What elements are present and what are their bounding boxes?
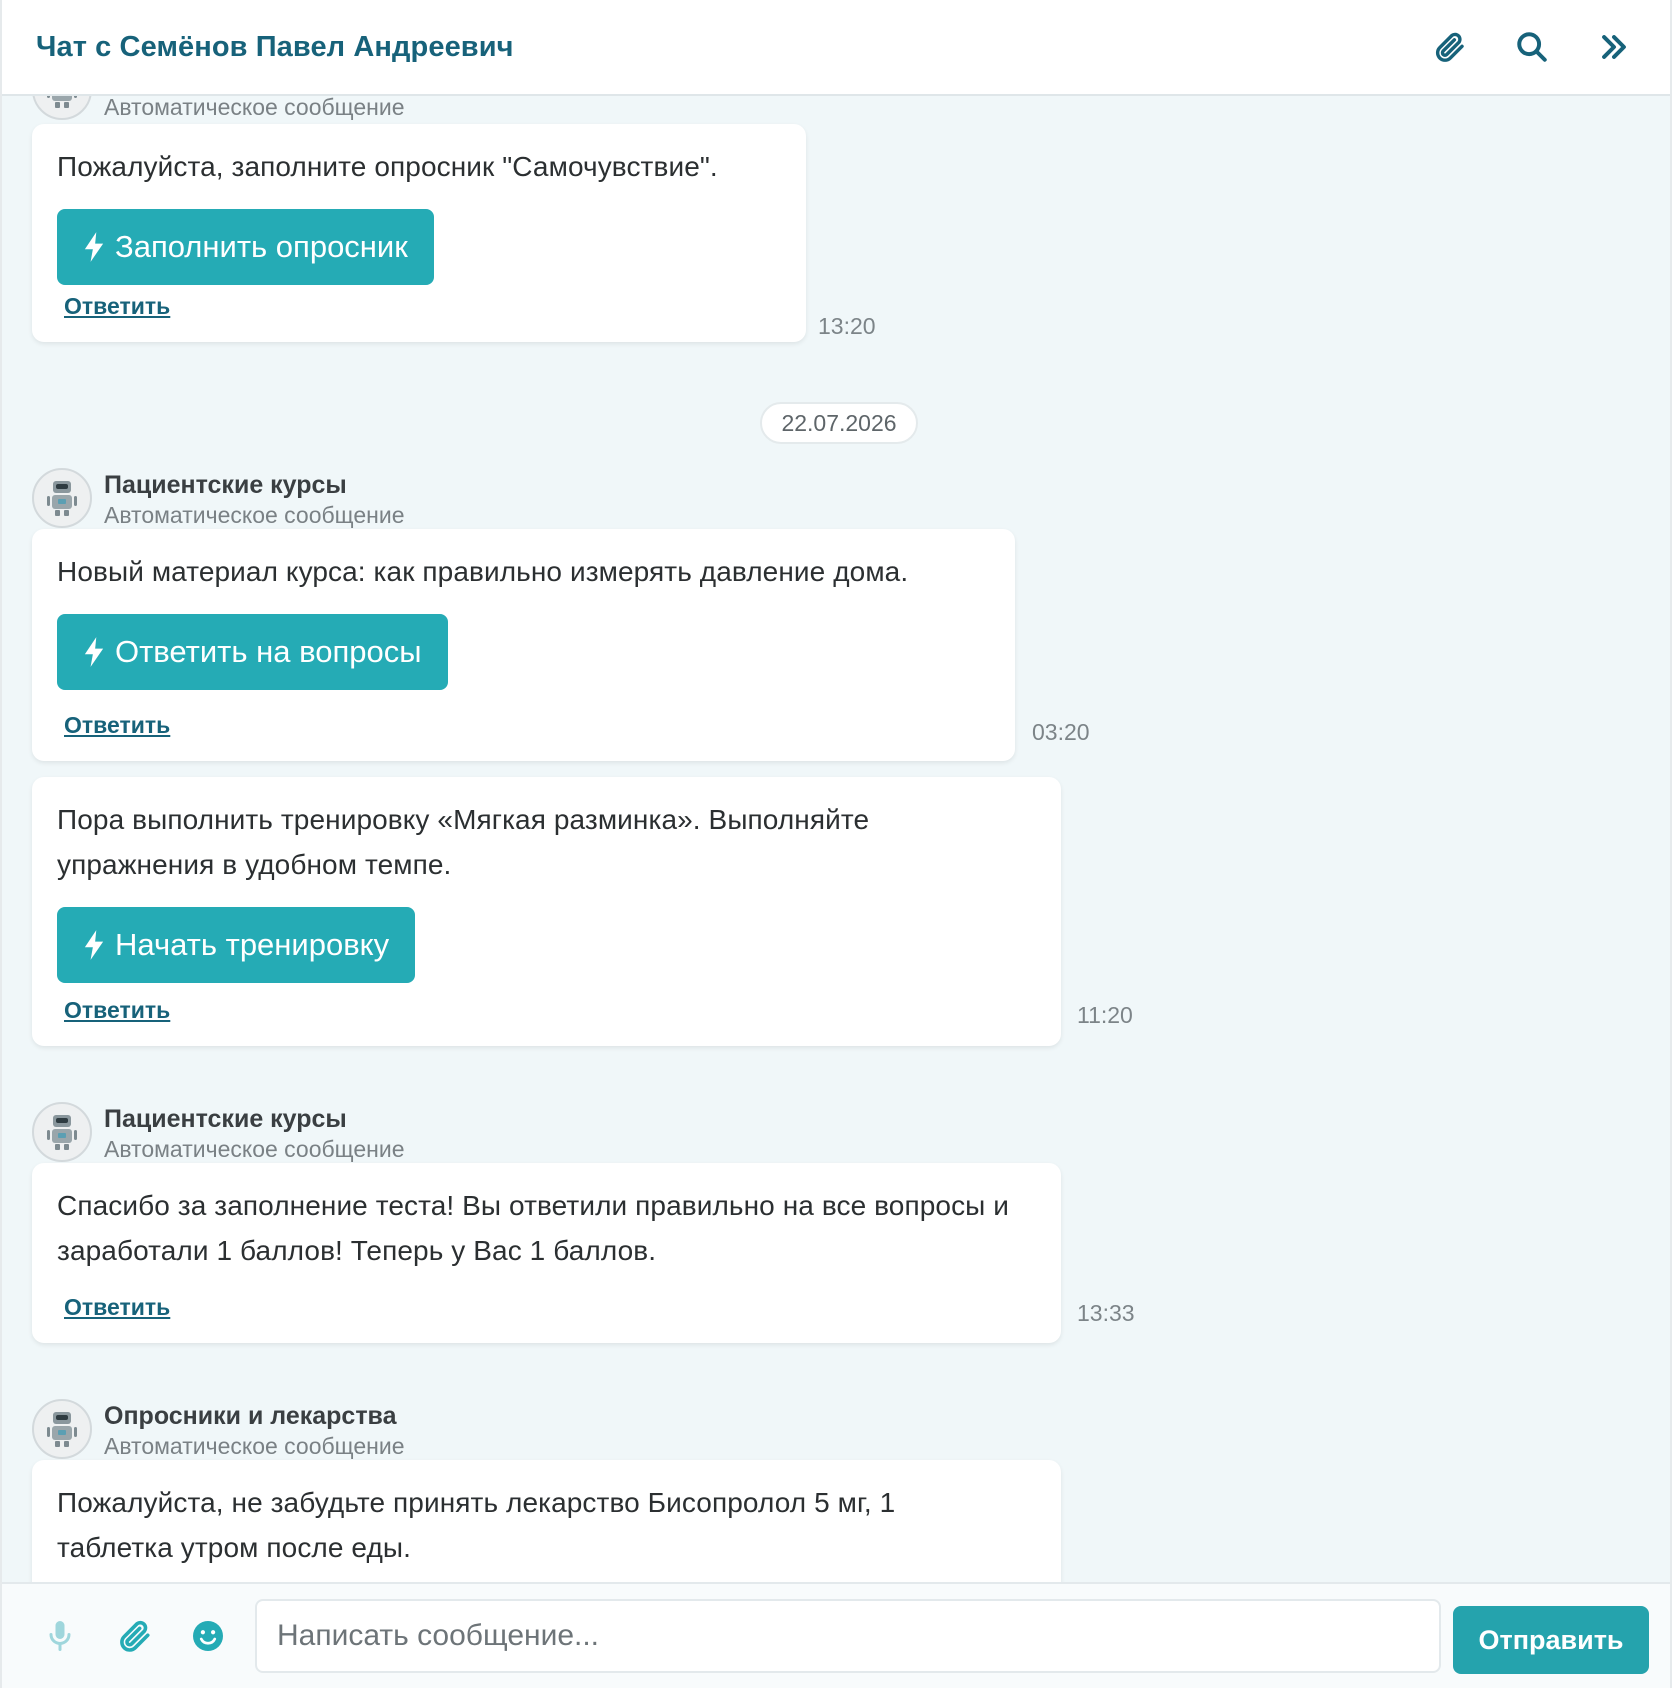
message-list[interactable]: Автоматическое сообщение Пожалуйста, зап… (2, 96, 1670, 1582)
sender-name: Пациентские курсы (104, 1105, 347, 1133)
reply-link[interactable]: Ответить (64, 293, 170, 320)
message-composer: Отправить (2, 1582, 1670, 1688)
message-sender: Автоматическое сообщение (32, 96, 404, 122)
microphone-icon (49, 1621, 71, 1651)
avatar (32, 96, 92, 120)
message-sender: Пациентские курсы Автоматическое сообщен… (32, 1102, 404, 1164)
message-sender: Опросники и лекарства Автоматическое соо… (32, 1399, 404, 1461)
message-text: Пожалуйста, не забудьте принять лекарств… (57, 1487, 896, 1563)
date-separator: 22.07.2026 (760, 402, 918, 444)
sender-name: Пациентские курсы (104, 471, 347, 499)
button-label: Начать тренировку (115, 927, 390, 962)
message-bubble: Новый материал курса: как правильно изме… (32, 529, 1015, 761)
search-icon (1517, 32, 1547, 62)
message-sender: Пациентские курсы Автоматическое сообщен… (32, 468, 404, 530)
chat-header: Чат с Семёнов Павел Андреевич (2, 0, 1670, 96)
message-time: 03:20 (1032, 719, 1090, 745)
robot-icon (47, 96, 77, 108)
message-input[interactable] (255, 1599, 1441, 1673)
message-bubble: Пора выполнить тренировку «Мягкая размин… (32, 777, 1061, 1046)
sender-subtitle: Автоматическое сообщение (104, 1136, 405, 1162)
button-label: Заполнить опросник (115, 229, 408, 264)
answer-questions-button[interactable]: Ответить на вопросы (57, 614, 448, 690)
message-time: 13:33 (1077, 1300, 1135, 1326)
chat-title: Чат с Семёнов Павел Андреевич (36, 30, 514, 63)
header-actions (1432, 29, 1632, 65)
button-label: Ответить на вопросы (115, 634, 422, 669)
avatar (32, 468, 92, 528)
lightning-icon (84, 930, 104, 960)
message-text: Пожалуйста, заполните опросник "Самочувс… (57, 151, 718, 182)
message-bubble: Пожалуйста, не забудьте принять лекарств… (32, 1460, 1061, 1582)
sender-name: Опросники и лекарства (104, 1402, 397, 1430)
chat-window: Чат с Семёнов Павел Андреевич Автоматиче… (0, 0, 1672, 1688)
robot-icon (47, 1115, 77, 1150)
sender-subtitle: Автоматическое сообщение (104, 502, 405, 528)
search-button[interactable] (1514, 29, 1550, 65)
message-bubble: Пожалуйста, заполните опросник "Самочувс… (32, 124, 806, 342)
paperclip-icon (1435, 32, 1464, 62)
lightning-icon (84, 637, 104, 667)
message-text: Новый материал курса: как правильно изме… (57, 556, 909, 587)
message-text: Пора выполнить тренировку «Мягкая размин… (57, 804, 870, 880)
collapse-panel-button[interactable] (1596, 29, 1632, 65)
voice-message-button[interactable] (40, 1616, 80, 1656)
message-text: Спасибо за заполнение теста! Вы ответили… (57, 1190, 1010, 1266)
reply-link[interactable]: Ответить (64, 997, 170, 1024)
reply-link[interactable]: Ответить (64, 712, 170, 739)
robot-icon (47, 1412, 77, 1447)
message-bubble: Спасибо за заполнение теста! Вы ответили… (32, 1163, 1061, 1343)
attachments-button[interactable] (1432, 29, 1468, 65)
lightning-icon (84, 232, 104, 262)
message-time: 13:20 (818, 313, 876, 339)
avatar (32, 1399, 92, 1459)
message-time: 11:20 (1077, 1002, 1133, 1028)
emoji-button[interactable] (188, 1616, 228, 1656)
sender-subtitle: Автоматическое сообщение (104, 1433, 405, 1459)
send-button[interactable]: Отправить (1453, 1606, 1649, 1674)
emoji-icon (193, 1621, 223, 1651)
avatar (32, 1102, 92, 1162)
start-workout-button[interactable]: Начать тренировку (57, 907, 416, 983)
paperclip-icon (120, 1620, 150, 1652)
attach-file-button[interactable] (115, 1616, 155, 1656)
robot-icon (47, 481, 77, 516)
double-chevron-right-icon (1602, 35, 1626, 59)
sender-subtitle: Автоматическое сообщение (104, 96, 405, 120)
fill-questionnaire-button[interactable]: Заполнить опросник (57, 209, 434, 285)
reply-link[interactable]: Ответить (64, 1294, 170, 1321)
